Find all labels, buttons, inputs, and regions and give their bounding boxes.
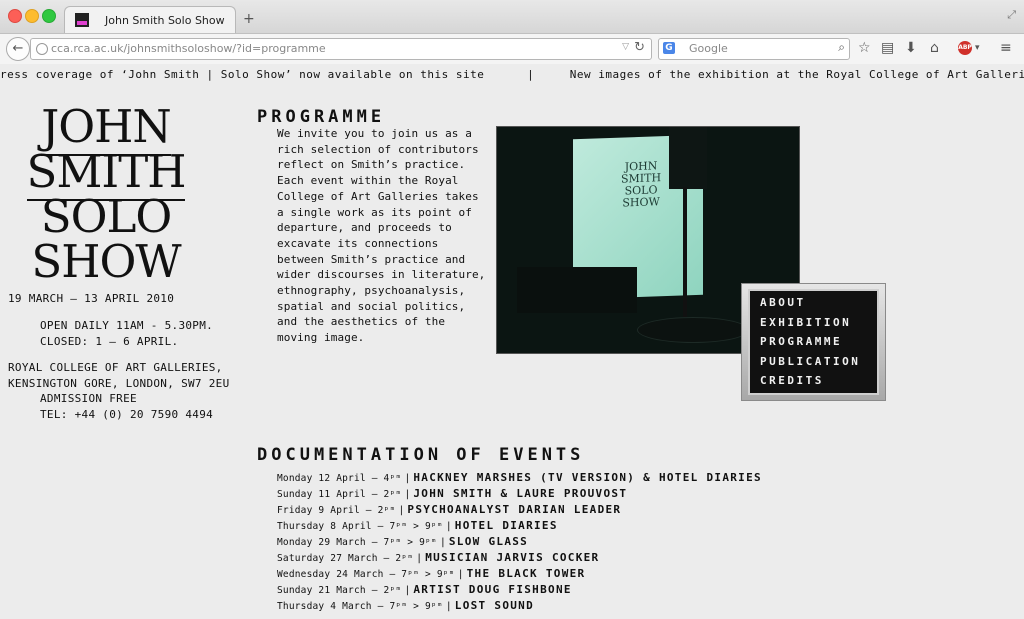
menu-item-publication[interactable]: PUBLICATION	[760, 355, 860, 368]
window-titlebar: John Smith Solo Show + ⤢	[0, 0, 1024, 34]
bookmark-star-icon[interactable]: ☆	[858, 40, 871, 56]
navigation-toolbar: ← cca.rca.ac.uk/johnsmithsoloshow/?id=pr…	[0, 33, 1024, 65]
site-menu-panel: ABOUT EXHIBITION PROGRAMME PUBLICATION C…	[748, 289, 879, 395]
logo-line: SOLO	[40, 190, 173, 243]
round-table-shape	[637, 317, 749, 343]
logo-line: SHOW	[31, 235, 181, 288]
exhibition-dates: 19 MARCH — 13 APRIL 2010	[8, 292, 175, 305]
download-icon[interactable]: ⬇	[905, 40, 917, 56]
web-page: ress coverage of ‘John Smith | Solo Show…	[0, 64, 1024, 619]
reading-list-icon[interactable]: ▤	[881, 40, 894, 56]
browser-tab[interactable]: John Smith Solo Show	[64, 6, 236, 34]
maximize-window-button[interactable]	[42, 9, 56, 23]
news-ticker[interactable]: ress coverage of ‘John Smith | Solo Show…	[0, 68, 1024, 81]
url-text: cca.rca.ac.uk/johnsmithsoloshow/?id=prog…	[51, 42, 326, 55]
menu-hamburger-icon[interactable]: ≡	[1000, 40, 1012, 56]
event-row[interactable]: Friday 9 April — 2ᵖᵐ | PSYCHOANALYST DARIA…	[277, 498, 977, 516]
event-row[interactable]: Wednesday 24 March — 7ᵖᵐ > 9ᵖᵐ | THE BLACK…	[277, 562, 977, 580]
globe-icon	[36, 43, 48, 55]
event-row[interactable]: Sunday 11 April — 2ᵖᵐ | JOHN SMITH & LAURE…	[277, 482, 977, 500]
site-menu: ABOUT EXHIBITION PROGRAMME PUBLICATION C…	[741, 283, 886, 401]
address-bar[interactable]: cca.rca.ac.uk/johnsmithsoloshow/?id=prog…	[30, 38, 652, 60]
event-row[interactable]: Saturday 27 March — 2ᵖᵐ | MUSICIAN JARVIS …	[277, 546, 977, 564]
event-date: Thursday 4 March — 7ᵖᵐ > 9ᵖᵐ	[277, 601, 443, 612]
search-bar[interactable]: G Google ⌕	[658, 38, 850, 60]
adblock-icon[interactable]: ABP	[958, 41, 972, 55]
home-icon[interactable]: ⌂	[930, 40, 939, 56]
search-icon[interactable]: ⌕	[838, 40, 845, 55]
back-button[interactable]: ←	[6, 37, 30, 61]
menu-item-about[interactable]: ABOUT	[760, 296, 806, 309]
event-row[interactable]: Monday 12 April — 4ᵖᵐ | HACKNEY MARSHES (T…	[277, 466, 977, 484]
adblock-dropdown-icon[interactable]: ▾	[975, 43, 980, 53]
screen-title: JOHN SMITH SOLO SHOW	[621, 159, 662, 210]
programme-description: We invite you to join us as a rich selec…	[277, 127, 486, 345]
site-favicon-icon	[75, 13, 89, 27]
stand-shape	[683, 187, 687, 317]
admission-contact: ADMISSION FREE TEL: +44 (0) 20 7590 4494	[40, 392, 214, 421]
menu-item-exhibition[interactable]: EXHIBITION	[760, 316, 851, 329]
logo-line: SMITH	[22, 145, 190, 201]
logo-line: JOHN	[22, 100, 190, 156]
opening-hours: OPEN DAILY 11AM - 5.30PM. CLOSED: 1 — 6 …	[40, 319, 214, 348]
table-shape	[517, 267, 637, 313]
venue-address: ROYAL COLLEGE OF ART GALLERIES, KENSINGT…	[8, 361, 230, 390]
event-row[interactable]: Monday 29 March — 7ᵖᵐ > 9ᵖᵐ | SLOW GLASS	[277, 530, 977, 548]
url-history-dropdown-icon[interactable]: ▽	[622, 42, 629, 52]
documentation-heading: DOCUMENTATION OF EVENTS	[257, 445, 585, 465]
speaker-shape	[669, 127, 707, 189]
event-row[interactable]: Thursday 8 April — 7ᵖᵐ > 9ᵖᵐ | HOTEL DIARI…	[277, 514, 977, 532]
google-icon[interactable]: G	[663, 42, 675, 54]
fullscreen-icon[interactable]: ⤢	[1007, 8, 1016, 22]
programme-heading: PROGRAMME	[257, 107, 386, 127]
new-tab-button[interactable]: +	[243, 11, 255, 27]
minimize-window-button[interactable]	[25, 9, 39, 23]
search-input[interactable]: Google	[689, 42, 728, 55]
tab-title: John Smith Solo Show	[105, 14, 225, 27]
events-list: Monday 12 April — 4ᵖᵐ | HACKNEY MARSHES (T…	[277, 466, 977, 612]
event-row[interactable]: Sunday 21 March — 2ᵖᵐ | ARTIST DOUG FISHBO…	[277, 578, 977, 596]
site-logo[interactable]: JOHN SMITH SOLO SHOW	[22, 100, 190, 288]
menu-item-credits[interactable]: CREDITS	[760, 374, 824, 387]
event-row[interactable]: Thursday 4 March — 7ᵖᵐ > 9ᵖᵐ | LOST SOUND	[277, 594, 977, 612]
event-separator: |	[445, 601, 452, 612]
menu-item-programme[interactable]: PROGRAMME	[760, 335, 842, 348]
event-title[interactable]: LOST SOUND	[455, 599, 534, 612]
close-window-button[interactable]	[8, 9, 22, 23]
reload-icon[interactable]: ↻	[634, 40, 645, 55]
